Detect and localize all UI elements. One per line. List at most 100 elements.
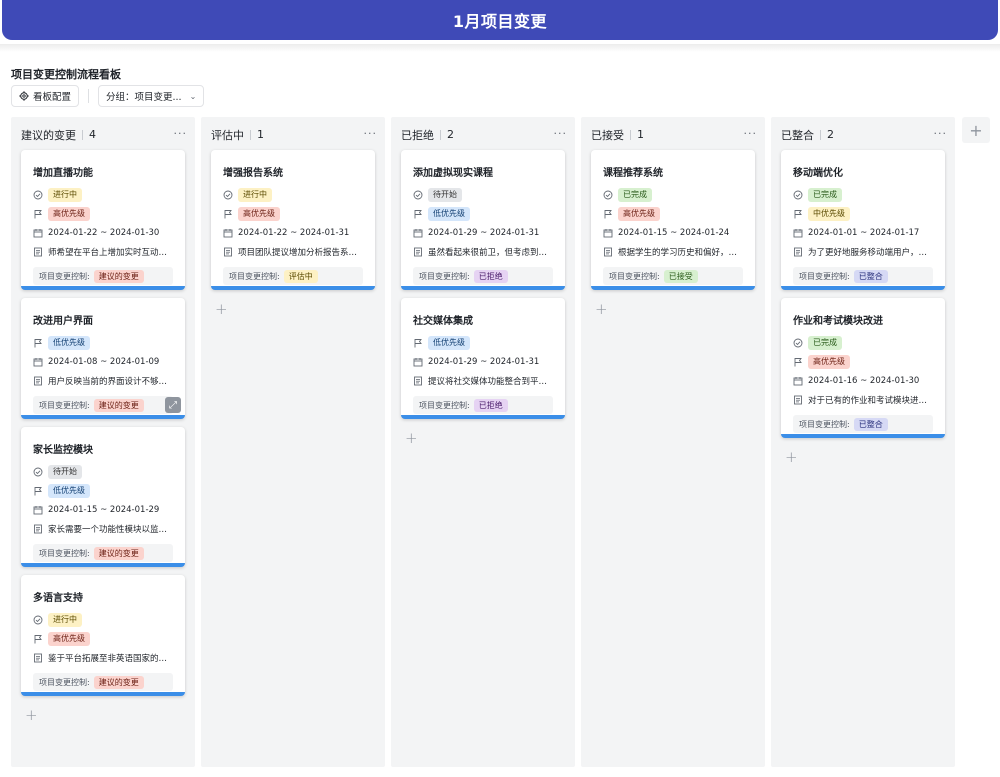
add-card-button[interactable]: + — [595, 300, 608, 318]
kanban-card[interactable]: 移动端优化 已完成 中优先级 2024-01-01 ~ 2024-01-17 为了更好地… — [781, 150, 945, 290]
change-control-label: 项目变更控制: — [229, 271, 280, 281]
change-control-field: 项目变更控制: 已拒绝 — [413, 396, 553, 414]
card-title: 作业和考试模块改进 — [793, 316, 883, 327]
kanban-card[interactable]: 增加直播功能 进行中 高优先级 2024-01-22 ~ 2024-01-30 师希望在… — [21, 150, 185, 290]
change-control-badge: 已接受 — [663, 269, 698, 283]
card-description: 根据学生的学习历史和偏好，推... — [618, 248, 740, 258]
card-description: 用户反映当前的界面设计不够直... — [48, 377, 170, 387]
kanban-column: 已拒绝 2 ··· 添加虚拟现实课程 待开始 低优先级 2024-01-29 ~ 2024-… — [391, 117, 575, 767]
column-title: 已拒绝 — [401, 129, 434, 142]
more-icon[interactable]: ··· — [364, 127, 378, 140]
card-description: 虽然看起来很前卫，但考虑到技... — [428, 248, 550, 258]
calendar-icon — [33, 357, 43, 367]
add-card-button[interactable]: + — [405, 429, 418, 447]
flag-icon — [793, 357, 803, 367]
change-control-badge: 已拒绝 — [473, 398, 508, 412]
kanban-card[interactable]: 课程推荐系统 已完成 高优先级 2024-01-15 ~ 2024-01-24 根据学生… — [591, 150, 755, 290]
kanban-card[interactable]: 添加虚拟现实课程 待开始 低优先级 2024-01-29 ~ 2024-01-31 虽然… — [401, 150, 565, 290]
card-field-priority: 中优先级 — [793, 207, 850, 221]
add-card-button[interactable]: + — [215, 300, 228, 318]
check-circle-icon — [33, 190, 43, 200]
change-control-field: 项目变更控制: 已整合 — [793, 267, 933, 285]
card-field-date: 2024-01-01 ~ 2024-01-17 — [793, 226, 919, 240]
document-icon — [33, 653, 43, 663]
change-control-label: 项目变更控制: — [39, 271, 90, 281]
card-field-priority: 高优先级 — [33, 207, 90, 221]
date-range: 2024-01-16 ~ 2024-01-30 — [808, 376, 920, 386]
more-icon[interactable]: ··· — [744, 127, 758, 140]
check-circle-icon — [793, 190, 803, 200]
card-field-date: 2024-01-15 ~ 2024-01-24 — [603, 226, 729, 240]
check-circle-icon — [223, 190, 233, 200]
expand-icon[interactable]: ⤢ — [165, 397, 181, 413]
board-config-button[interactable]: 看板配置 — [11, 85, 80, 107]
column-title: 评估中 — [211, 129, 244, 142]
kanban-card[interactable]: 增强报告系统 进行中 高优先级 2024-01-22 ~ 2024-01-31 项目团队… — [211, 150, 375, 290]
flag-icon — [413, 338, 423, 348]
status-badge: 已完成 — [808, 188, 842, 202]
kanban-card[interactable]: 作业和考试模块改进 已完成 高优先级 2024-01-16 ~ 2024-01-30 对… — [781, 298, 945, 438]
card-field-priority: 高优先级 — [33, 632, 90, 646]
header-divider — [0, 44, 1000, 52]
kanban-column: 已整合 2 ··· 移动端优化 已完成 中优先级 2024-01-01 ~ 2024-01-… — [771, 117, 955, 767]
card-field-desc: 虽然看起来很前卫，但考虑到技... — [413, 245, 550, 259]
priority-badge: 高优先级 — [808, 355, 850, 369]
status-badge: 进行中 — [48, 188, 82, 202]
flag-icon — [793, 209, 803, 219]
card-description: 鉴于平台拓展至非英语国家的需... — [48, 654, 170, 664]
change-control-field: 项目变更控制: 评估中 — [223, 267, 363, 285]
change-control-field: 项目变更控制: 已拒绝 — [413, 267, 553, 285]
card-description: 师希望在平台上增加实时互动直... — [48, 248, 170, 258]
calendar-icon — [603, 228, 613, 238]
flag-icon — [33, 338, 43, 348]
add-card-button[interactable]: + — [25, 706, 38, 724]
priority-badge: 高优先级 — [48, 632, 90, 646]
more-icon[interactable]: ··· — [934, 127, 948, 140]
column-header: 已整合 2 ··· — [771, 117, 955, 153]
change-control-field: 项目变更控制: 已整合 — [793, 415, 933, 433]
flag-icon — [413, 209, 423, 219]
column-count: 1 — [250, 129, 264, 140]
change-control-badge: 评估中 — [283, 269, 318, 283]
status-badge: 进行中 — [238, 188, 272, 202]
card-title: 增加直播功能 — [33, 168, 93, 179]
card-field-date: 2024-01-29 ~ 2024-01-31 — [413, 355, 539, 369]
card-field-status: 已完成 — [793, 188, 842, 202]
status-badge: 进行中 — [48, 613, 82, 627]
check-circle-icon — [603, 190, 613, 200]
group-by-dropdown[interactable]: 分组：项目变更... ⌄ — [98, 85, 205, 107]
column-title: 已整合 — [781, 129, 814, 142]
column-title: 已接受 — [591, 129, 624, 142]
card-field-desc: 家长需要一个功能性模块以监督... — [33, 522, 170, 536]
calendar-icon — [33, 228, 43, 238]
date-range: 2024-01-15 ~ 2024-01-24 — [618, 228, 730, 238]
more-icon[interactable]: ··· — [174, 127, 188, 140]
page-title: 1月项目变更 — [452, 12, 548, 31]
priority-badge: 低优先级 — [48, 336, 90, 350]
kanban-card[interactable]: 家长监控模块 待开始 低优先级 2024-01-15 ~ 2024-01-29 家长需要… — [21, 427, 185, 567]
card-field-priority: 高优先级 — [793, 355, 850, 369]
change-control-badge: 建议的变更 — [93, 675, 144, 689]
check-circle-icon — [793, 338, 803, 348]
change-control-label: 项目变更控制: — [39, 677, 90, 687]
priority-badge: 高优先级 — [618, 207, 660, 221]
change-control-label: 项目变更控制: — [799, 271, 850, 281]
add-column-button[interactable]: + — [962, 117, 990, 143]
column-title: 建议的变更 — [21, 129, 76, 142]
card-field-desc: 根据学生的学习历史和偏好，推... — [603, 245, 740, 259]
column-count: 1 — [630, 129, 644, 140]
flag-icon — [33, 634, 43, 644]
card-field-status: 进行中 — [223, 188, 272, 202]
more-icon[interactable]: ··· — [554, 127, 568, 140]
card-field-priority: 低优先级 — [413, 207, 470, 221]
card-field-priority: 低优先级 — [413, 336, 470, 350]
kanban-card[interactable]: 社交媒体集成 低优先级 2024-01-29 ~ 2024-01-31 提议将社交媒体… — [401, 298, 565, 419]
column-count: 4 — [82, 129, 96, 140]
kanban-card[interactable]: 多语言支持 进行中 高优先级 鉴于平台拓展至非英语国家的需... 项目变更控制: 建议的变… — [21, 575, 185, 696]
change-control-label: 项目变更控制: — [419, 400, 470, 410]
toolbar-divider — [88, 89, 90, 103]
document-icon — [793, 247, 803, 257]
add-card-button[interactable]: + — [785, 448, 798, 466]
kanban-card[interactable]: 改进用户界面 低优先级 2024-01-08 ~ 2024-01-09 用户反映当前的… — [21, 298, 185, 419]
change-control-label: 项目变更控制: — [799, 419, 850, 429]
